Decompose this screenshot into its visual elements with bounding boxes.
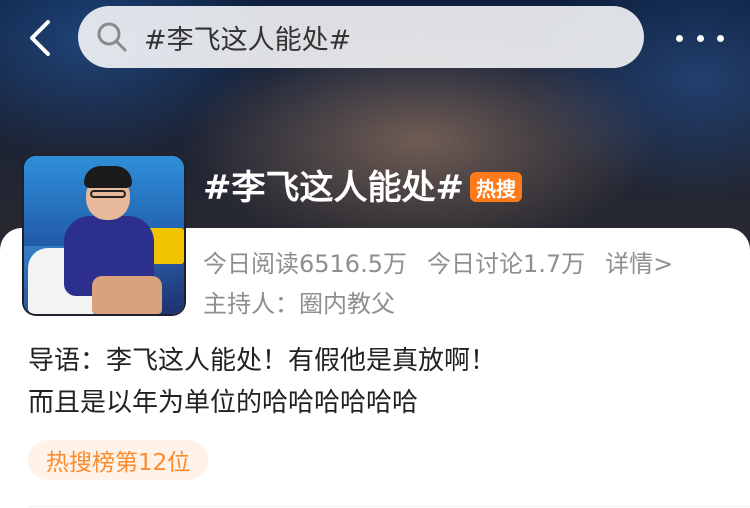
- search-icon: [97, 22, 127, 52]
- dot-icon: [676, 34, 683, 42]
- search-bar[interactable]: #李飞这人能处#: [78, 6, 644, 68]
- topic-cover-image[interactable]: [24, 156, 184, 314]
- chevron-left-icon: [30, 20, 50, 56]
- topic-title: #李飞这人能处#: [203, 168, 464, 208]
- topic-stats: 今日阅读6516.5万 今日讨论1.7万 详情>: [203, 244, 693, 279]
- divider: [28, 506, 750, 507]
- discussion-count: 今日讨论1.7万: [426, 250, 586, 278]
- intro-line: 导语：李飞这人能处！有假他是真放啊！: [28, 346, 497, 376]
- hot-rank-chip[interactable]: 热搜榜第12位: [28, 440, 209, 480]
- hot-badge: 热搜: [470, 172, 522, 202]
- details-link[interactable]: 详情>: [605, 250, 673, 278]
- search-query-text: #李飞这人能处#: [144, 24, 352, 56]
- dot-icon: [696, 34, 704, 42]
- intro-line: 而且是以年为单位的哈哈哈哈哈哈: [28, 388, 419, 418]
- topic-intro: 导语：李飞这人能处！有假他是真放啊！ 而且是以年为单位的哈哈哈哈哈哈: [28, 340, 728, 424]
- back-button[interactable]: [20, 16, 60, 60]
- host-label[interactable]: 主持人：圈内教父: [203, 284, 395, 319]
- read-count: 今日阅读6516.5万: [203, 250, 407, 278]
- dot-icon: [717, 34, 724, 42]
- more-options-button[interactable]: [676, 18, 724, 58]
